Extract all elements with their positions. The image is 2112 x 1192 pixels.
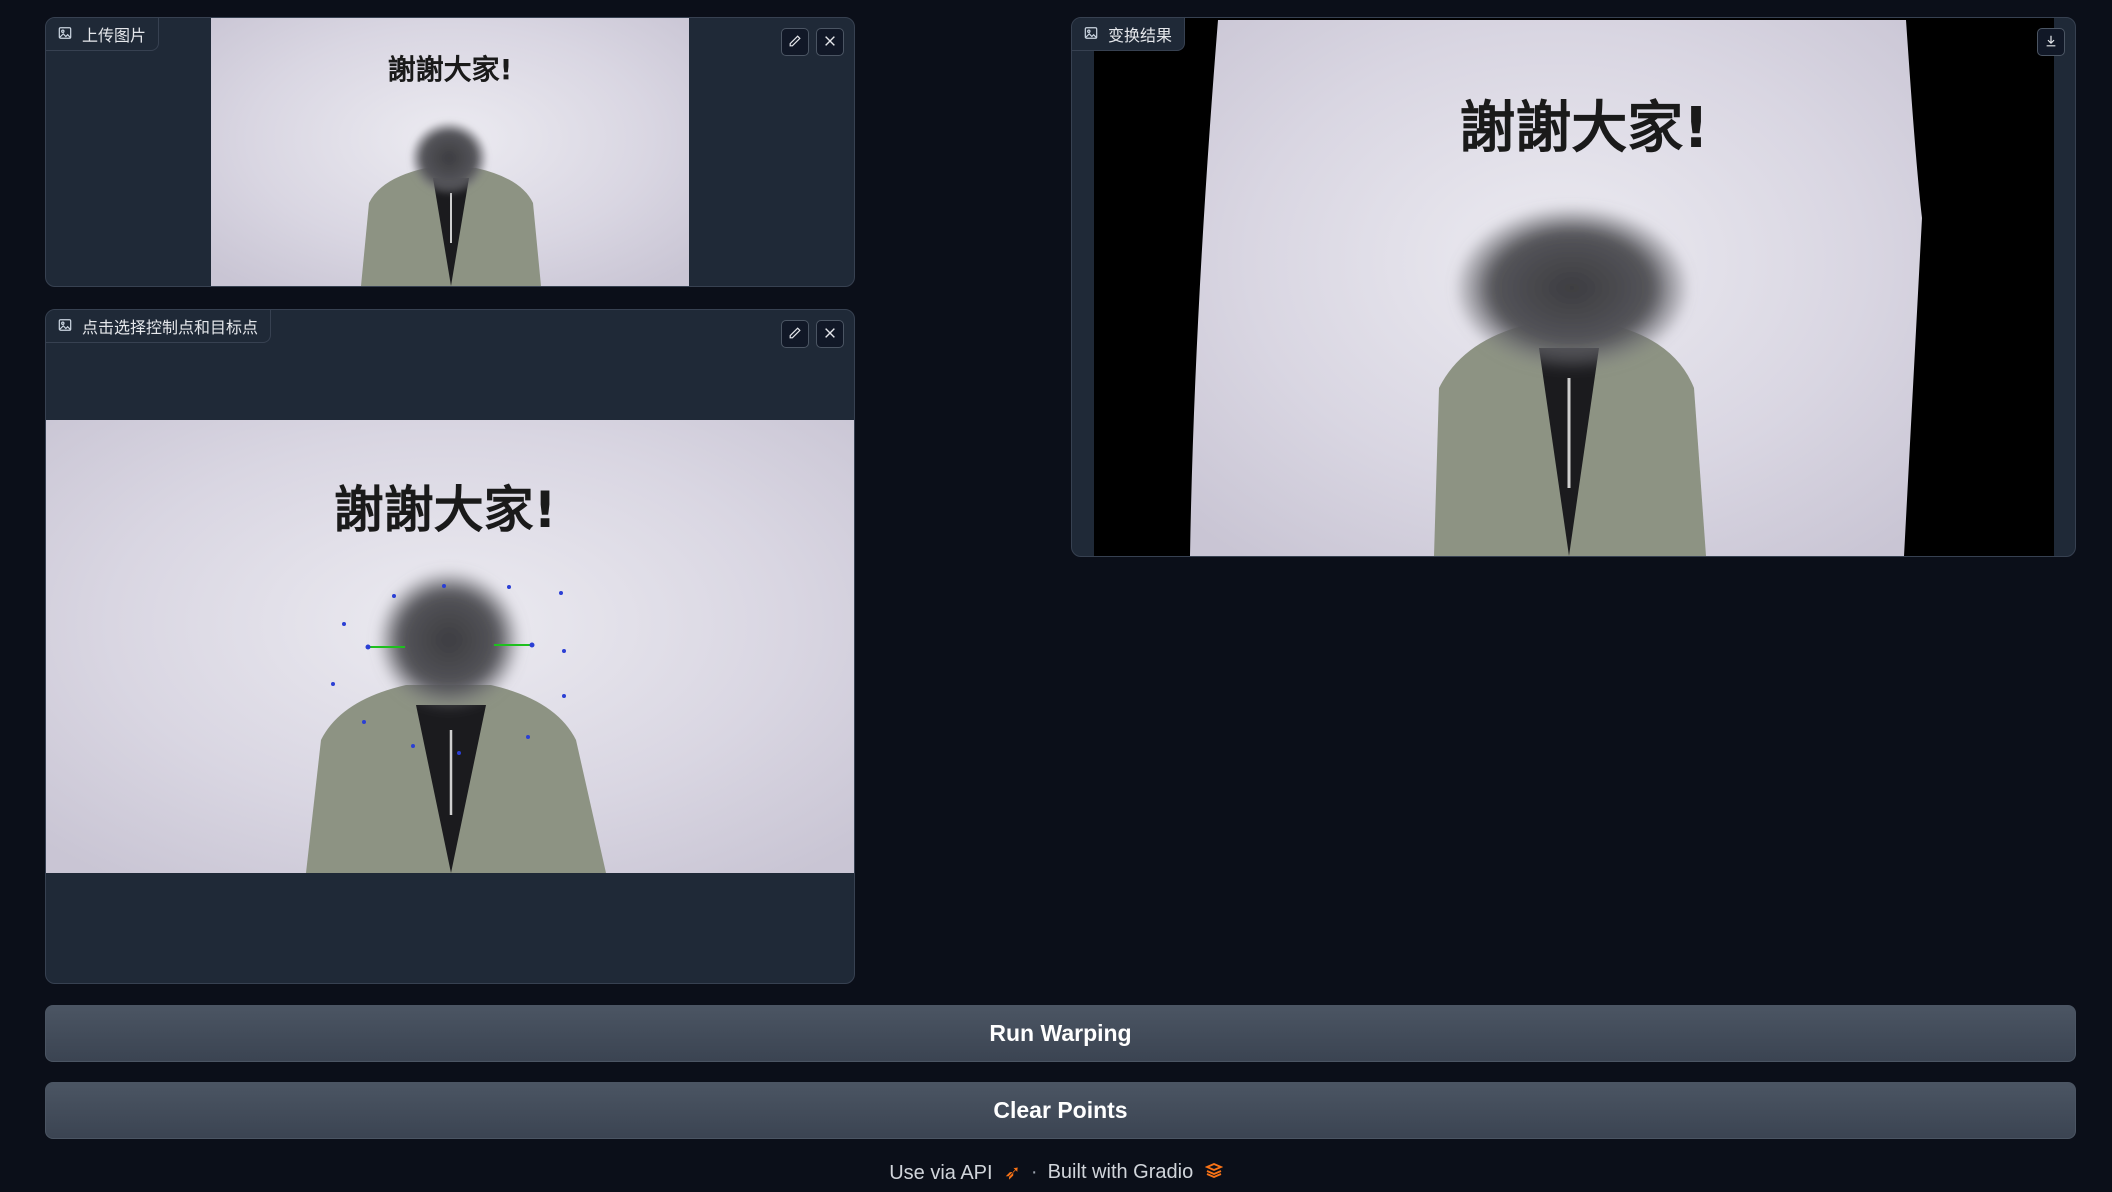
image-icon [1084,25,1098,44]
warped-result-image: 謝謝大家! [1094,18,2054,556]
clear-points-button[interactable]: Clear Points [45,1082,2076,1139]
select-points-label: 点击选择控制点和目标点 [46,310,272,343]
edit-button[interactable] [781,320,809,348]
built-with-gradio-link[interactable]: Built with Gradio [1048,1161,1224,1184]
clear-image-button[interactable] [816,320,844,348]
uploaded-image: 謝謝大家! [211,18,689,286]
run-warping-button[interactable]: Run Warping [45,1005,2076,1062]
gradio-logo-icon [1204,1161,1224,1184]
clear-image-button[interactable] [816,28,844,56]
result-label: 变换结果 [1072,18,1186,51]
download-button[interactable] [2037,28,2065,56]
image-icon [58,25,72,44]
image-caption: 謝謝大家! [387,53,513,86]
select-points-panel[interactable]: 点击选择控制点和目标点 謝謝大家! [45,309,855,984]
upload-image-panel[interactable]: 上传图片 謝謝大家! [45,17,855,287]
point-selection-canvas[interactable]: 謝謝大家! [46,420,854,873]
use-via-api-link[interactable]: Use via API ➶ [889,1160,1021,1185]
pencil-icon [788,325,802,344]
close-icon [823,325,837,344]
image-icon [58,317,72,336]
upload-image-label: 上传图片 [46,18,160,51]
footer: Use via API ➶ · Built with Gradio [0,1160,2112,1185]
pencil-icon [788,33,802,52]
close-icon [823,33,837,52]
image-caption: 謝謝大家! [1459,96,1709,161]
result-panel: 变换结果 謝謝大家! [1071,17,2076,557]
footer-separator: · [1030,1161,1038,1183]
image-caption: 謝謝大家! [333,481,557,539]
download-icon [2044,33,2058,52]
rocket-icon: ➶ [1004,1162,1021,1184]
edit-button[interactable] [781,28,809,56]
